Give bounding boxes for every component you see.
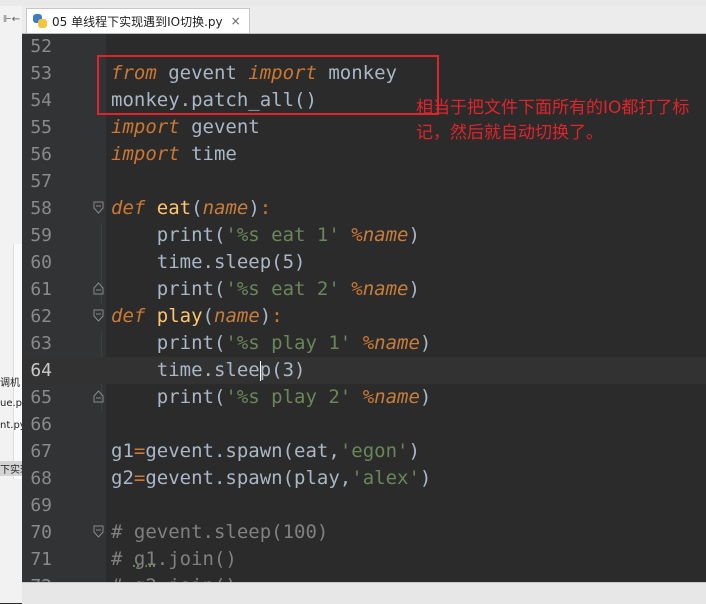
- code-text: print('%s eat 2' %name): [111, 276, 420, 303]
- code-text: print('%s play 2' %name): [111, 384, 431, 411]
- project-file-item[interactable]: ue.p: [0, 398, 22, 409]
- code-line[interactable]: 58 def eat(name):: [22, 195, 706, 222]
- line-number: 57: [22, 168, 52, 195]
- horizontal-scrollbar[interactable]: [22, 582, 706, 604]
- line-number: 67: [22, 438, 52, 465]
- fold-start-icon[interactable]: [93, 525, 104, 538]
- line-number: 60: [22, 249, 52, 276]
- line-number: 54: [22, 87, 52, 114]
- line-number: 56: [22, 141, 52, 168]
- line-number: 66: [22, 411, 52, 438]
- code-line[interactable]: 63 print('%s play 1' %name): [22, 330, 706, 357]
- code-text: print('%s eat 1' %name): [111, 222, 420, 249]
- code-line[interactable]: 64 time.sleep(3): [22, 357, 706, 384]
- line-number: 70: [22, 519, 52, 546]
- line-number: 61: [22, 276, 52, 303]
- code-line[interactable]: 71 # g1.join(): [22, 546, 706, 573]
- editor-tab[interactable]: 05 单线程下实现遇到IO切换.py ×: [26, 8, 250, 33]
- code-text: # g1.join(): [111, 546, 237, 573]
- line-number: 69: [22, 492, 52, 519]
- code-text: g1=gevent.spawn(eat,'egon'): [111, 438, 420, 465]
- code-text: print('%s play 1' %name): [111, 330, 431, 357]
- code-line[interactable]: 60 time.sleep(5): [22, 249, 706, 276]
- line-number: 65: [22, 384, 52, 411]
- project-file-item[interactable]: nt.py: [0, 420, 23, 431]
- editor-tab-bar: 05 单线程下实现遇到IO切换.py ×: [22, 6, 706, 34]
- code-text: def eat(name):: [111, 195, 271, 222]
- code-text: import time: [111, 141, 237, 168]
- code-line[interactable]: 72 # g2.join(): [22, 573, 706, 582]
- code-line[interactable]: 65 print('%s play 2' %name): [22, 384, 706, 411]
- line-number: 68: [22, 465, 52, 492]
- code-text: from gevent import monkey: [111, 60, 397, 87]
- tab-title: 05 单线程下实现遇到IO切换.py: [52, 13, 223, 30]
- line-number: 63: [22, 330, 52, 357]
- code-text: time.sleep(5): [111, 249, 305, 276]
- code-line[interactable]: 59 print('%s eat 1' %name): [22, 222, 706, 249]
- fold-end-icon[interactable]: [93, 390, 104, 403]
- code-text: monkey.patch_all(): [111, 87, 317, 114]
- panel-collapse-icon[interactable]: ⊩←: [3, 14, 20, 25]
- code-text: def play(name):: [111, 303, 283, 330]
- code-text: g2=gevent.spawn(play,'alex'): [111, 465, 431, 492]
- project-file-item[interactable]: 下实现: [0, 461, 23, 476]
- line-number: 55: [22, 114, 52, 141]
- code-line[interactable]: 52: [22, 34, 706, 60]
- code-line[interactable]: 67 g1=gevent.spawn(eat,'egon'): [22, 438, 706, 465]
- code-line[interactable]: 53 from gevent import monkey: [22, 60, 706, 87]
- line-number: 53: [22, 60, 52, 87]
- code-text: import gevent: [111, 114, 260, 141]
- line-number: 71: [22, 546, 52, 573]
- fold-start-icon[interactable]: [93, 309, 104, 322]
- code-line[interactable]: 57: [22, 168, 706, 195]
- code-line[interactable]: 69: [22, 492, 706, 519]
- line-number: 64: [22, 357, 52, 384]
- project-file-item[interactable]: 调机: [0, 374, 20, 389]
- code-text: # gevent.sleep(100): [111, 519, 328, 546]
- line-number: 58: [22, 195, 52, 222]
- code-line[interactable]: 61 print('%s eat 2' %name): [22, 276, 706, 303]
- project-panel-scrollbar[interactable]: [13, 244, 22, 479]
- code-text: time.sleep(3): [111, 357, 305, 384]
- fold-end-icon[interactable]: [93, 282, 104, 295]
- line-number: 59: [22, 222, 52, 249]
- code-line[interactable]: 62 def play(name):: [22, 303, 706, 330]
- code-text: # g2.join(): [111, 573, 237, 582]
- code-line[interactable]: 70 # gevent.sleep(100): [22, 519, 706, 546]
- code-line[interactable]: 68 g2=gevent.spawn(play,'alex'): [22, 465, 706, 492]
- code-line[interactable]: 66: [22, 411, 706, 438]
- fold-start-icon[interactable]: [93, 201, 104, 214]
- python-file-icon: [33, 14, 47, 28]
- line-number: 62: [22, 303, 52, 330]
- annotation-text: 相当于把文件下面所有的IO都打了标记，然后就自动切换了。: [416, 96, 701, 146]
- close-tab-icon[interactable]: ×: [231, 14, 241, 28]
- line-number: 72: [22, 573, 52, 582]
- line-number: 52: [22, 34, 52, 60]
- project-panel[interactable]: ⊩← 调机 ue.p nt.py 下实现: [0, 6, 23, 603]
